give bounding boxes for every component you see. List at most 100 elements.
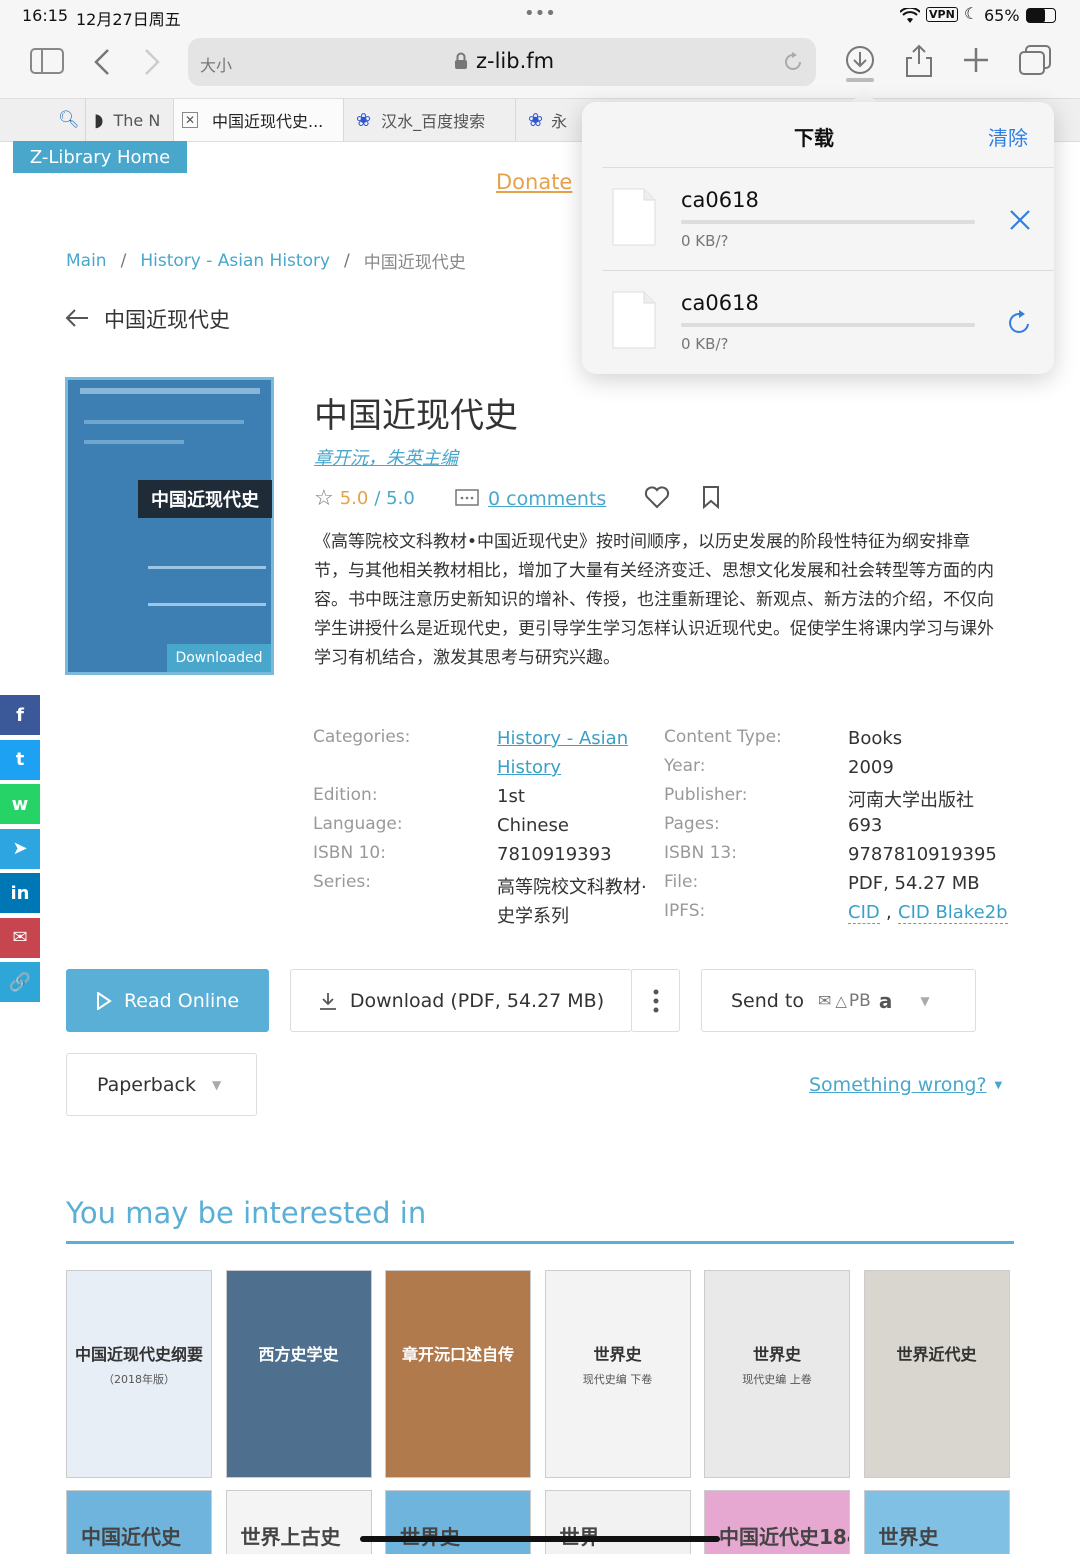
search-icon: 🔍︎ [58,110,80,130]
site-logo-icon: ◗ [94,109,104,131]
baidu-paw-icon: ❀ [528,109,544,131]
z-library-home-button[interactable]: Z-Library Home [13,141,187,173]
series-value: 高等院校文科教材· [497,877,647,898]
content-type-value: Books [848,728,903,749]
donate-link[interactable]: Donate [496,170,572,194]
ipfs-blake2b-link[interactable]: CID Blake2b [898,902,1008,924]
sidebar-toggle-icon[interactable] [30,48,64,74]
recommended-book-title: 世界近代史 [896,1345,977,1364]
email-share-icon[interactable]: ✉ [0,917,40,958]
recommended-book-title: 世界史 [593,1345,642,1364]
recommended-book[interactable]: 世界史 [385,1490,531,1554]
breadcrumb-main[interactable]: Main [66,251,107,271]
file-label: File: [664,872,699,892]
book-authors-link[interactable]: 章开沅，朱英主编 [314,444,458,470]
ipfs-label: IPFS: [664,901,706,921]
whatsapp-icon[interactable]: w [0,784,40,824]
tab-the-n[interactable]: ◗ The N [86,99,174,141]
share-icon[interactable] [904,44,934,78]
tabs-overview-icon[interactable] [1018,44,1052,76]
address-bar[interactable]: 大小 z-lib.fm [188,38,816,86]
ipfs-cid-link[interactable]: CID [848,902,880,924]
downloads-popover: 下载 清除 ca0618 0 KB/? ca0618 0 KB/? [582,102,1054,374]
heart-icon[interactable] [644,485,670,509]
text-size-button[interactable]: 大小 [200,52,232,76]
downloaded-badge: Downloaded [167,644,271,672]
recommended-book[interactable]: 世界史 现代史编 上卷 [704,1270,850,1478]
back-icon[interactable] [92,48,112,76]
something-wrong-link: Something wrong? [809,1074,987,1096]
download-filename: ca0618 [681,291,759,315]
downloads-button[interactable] [838,40,882,84]
copy-link-icon[interactable]: 🔗 [0,962,40,1002]
recommended-book-subtitle: 现代史编 下卷 [582,1373,653,1386]
read-online-button[interactable]: Read Online [66,969,269,1032]
telegram-icon[interactable]: ➤ [0,828,40,869]
multitask-dots[interactable]: ••• [524,3,556,24]
recommended-book-subtitle: 现代史编 上卷 [742,1373,812,1386]
comments-link[interactable]: 0 comments [488,488,606,510]
paperback-select[interactable]: Paperback ▼ [66,1053,257,1116]
new-tab-icon[interactable] [962,46,990,74]
book-description: 《高等院校文科教材•中国近现代史》按时间顺序，以历史发展的阶段性特征为纲安排章节… [314,532,994,668]
tab-baidu-2[interactable]: ❀ 永 [516,99,586,141]
categories-link-cont[interactable]: History [497,757,561,778]
download-item[interactable]: ca0618 0 KB/? [602,167,1054,269]
bookmark-icon[interactable] [702,485,720,509]
forward-icon[interactable] [142,48,162,76]
book-cover[interactable]: 中国近现代史 Downloaded [65,377,274,675]
cancel-download-icon[interactable] [1008,208,1032,232]
isbn13-value: 9787810919395 [848,844,997,865]
file-value: PDF, 54.27 MB [848,873,980,894]
recommended-book[interactable]: 世界上古史 [225,1490,372,1554]
recommended-book[interactable]: 中国近现代史纲要 （2018年版） [66,1270,212,1478]
facebook-icon[interactable]: f [0,695,40,735]
retry-download-icon[interactable] [1006,309,1034,337]
clear-downloads-button[interactable]: 清除 [988,122,1028,151]
book-title: 中国近现代史 [314,396,518,436]
recommended-book[interactable]: 世界史 [863,1490,1010,1554]
isbn13-label: ISBN 13: [664,843,737,863]
twitter-icon[interactable]: t [0,739,40,780]
language-value: Chinese [497,815,569,836]
tab-search[interactable]: 🔍︎ [0,99,86,141]
something-wrong-dropdown[interactable]: Something wrong? ▼ [809,1074,1002,1096]
close-tab-icon[interactable]: ✕ [182,112,198,128]
tab-baidu-1[interactable]: ❀ 汉水_百度搜索 [344,99,516,141]
recommended-book[interactable]: 世界史现代史编 下卷 [544,1270,691,1478]
language-label: Language: [313,814,403,834]
download-size: 0 KB/? [681,232,729,250]
cover-title: 中国近现代史 [138,480,272,518]
back-arrow-icon[interactable] [64,306,90,330]
recommended-book[interactable]: 章开沅口述自传 [385,1270,531,1478]
star-icon: ☆ [314,486,334,511]
publisher-value: 河南大学出版社 [848,790,974,811]
recommended-book[interactable]: 世界 [544,1490,691,1554]
recommended-book[interactable]: 世界近代史 [863,1270,1010,1478]
home-indicator [360,1536,720,1542]
year-value: 2009 [848,757,894,778]
recommended-book[interactable]: 中国近代史1840—1... [704,1490,850,1554]
recommended-book[interactable]: 西方史学史 [225,1270,372,1478]
recommended-book-title: 世界史 [878,1525,939,1549]
comment-icon[interactable] [455,489,479,509]
pages-label: Pages: [664,814,720,834]
cover-text-block [148,566,266,606]
categories-link[interactable]: History - Asian [497,728,628,749]
recommend-row-2: 中国近代史世界上古史世界史世界中国近代史1840—1...世界史 [66,1490,1026,1554]
tab-label: The N [113,110,161,130]
reload-icon[interactable] [782,51,804,73]
breadcrumb-category[interactable]: History - Asian History [140,251,330,271]
linkedin-icon[interactable]: in [0,873,40,913]
download-item[interactable]: ca0618 0 KB/? [602,270,1054,372]
cover-stripe [80,388,260,394]
tab-current[interactable]: ✕ 中国近现代史... [174,99,344,141]
send-to-button[interactable]: Send to ✉ △ PB a ▼ [701,969,976,1032]
download-button[interactable]: Download (PDF, 54.27 MB) [290,969,632,1032]
share-sidebar: f t w ➤ in ✉ 🔗 [0,695,42,1005]
recommended-book[interactable]: 中国近代史 [66,1490,212,1554]
download-options-button[interactable] [631,969,680,1032]
edition-value: 1st [497,786,525,807]
recommended-book-title: 章开沅口述自传 [401,1345,514,1364]
cover-line [84,420,244,424]
